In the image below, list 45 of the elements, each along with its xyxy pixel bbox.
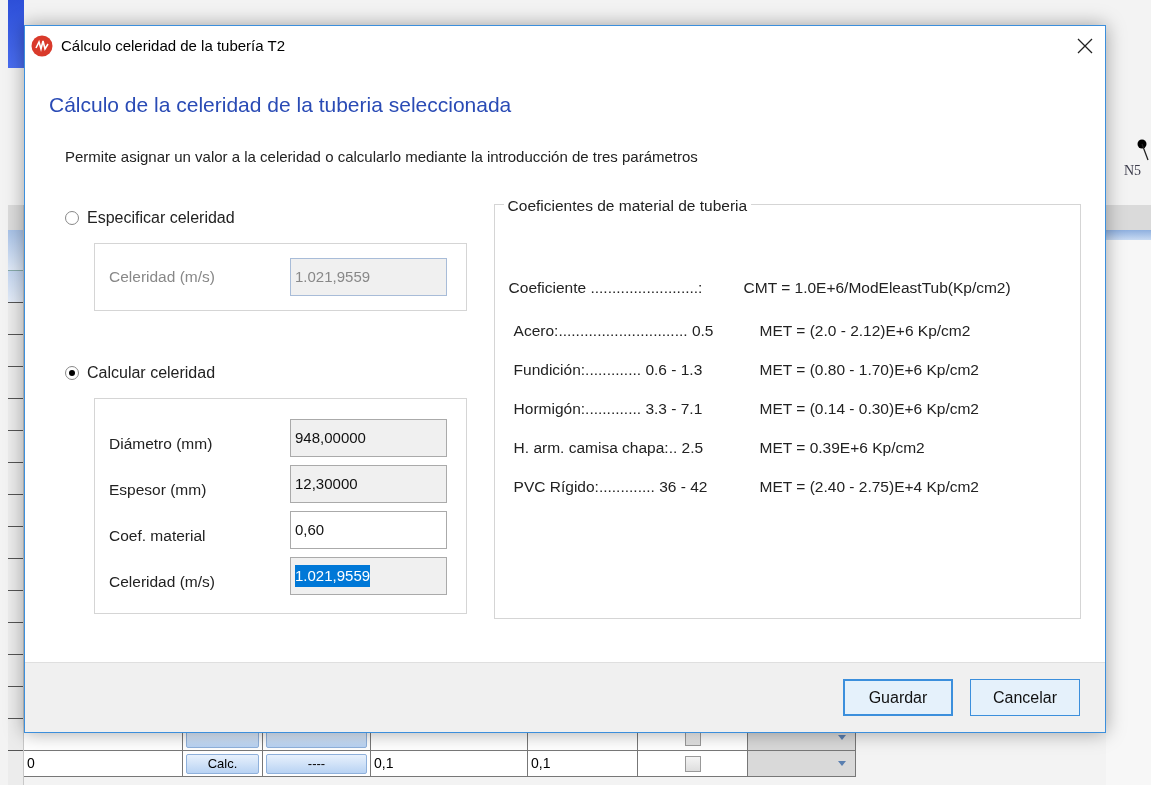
material-label: Acero:.............................. 0.5 [513,321,715,342]
formula-text: CMT = 1.0E+6/ModEleastTub(Kp/cm2) [743,278,1011,298]
field-label: Diámetro (mm) [109,434,214,455]
dropdown-caret-icon[interactable] [838,735,846,740]
close-icon[interactable] [1077,38,1093,54]
radio-label: Especificar celeridad [87,208,235,228]
field-label: Coef. material [109,526,207,547]
table-cell-text: 0,1 [531,754,551,773]
coefficient-label: Coeficiente .........................: [508,278,704,298]
material-label: H. arm. camisa chapa:.. 2.5 [513,438,705,459]
table-cell-text: 0,1 [374,754,394,773]
input-field[interactable]: 0,60 [290,511,447,549]
dialog-button[interactable]: Guardar [843,679,953,716]
input-field[interactable]: 12,30000 [290,465,447,503]
window-title: Cálculo celeridad de la tubería T2 [61,35,286,56]
dialog-heading: Cálculo de la celeridad de la tuberia seleccionada [49,92,513,118]
option-button[interactable]: ---- [266,753,367,774]
checkbox[interactable] [684,755,701,772]
formula-text: MET = (2.0 - 2.12)E+6 Kp/cm2 [759,321,971,342]
formula-text: MET = (0.80 - 1.70)E+6 Kp/cm2 [759,360,979,381]
formula-text: MET = 0.39E+6 Kp/cm2 [759,438,925,459]
dropdown-caret-icon[interactable] [838,761,846,766]
field-label: Espesor (mm) [109,480,208,501]
input-field[interactable]: 1.021,9559 [290,557,447,595]
material-label: PVC Rígido:............. 36 - 42 [513,477,709,498]
node-label: N5 [1124,162,1142,180]
description-text: Permite asignar un valor a la celeridad o calcularlo mediante la introducción de tres parámetros [65,146,699,167]
radio-label: Calcular celeridad [87,363,216,383]
calc-button[interactable]: Calc. [186,753,259,774]
toolbar-strip [8,0,24,68]
field-label: Celeridad (m/s) [109,572,216,593]
table-cell-text: 0 [27,754,35,773]
input-field[interactable]: 948,00000 [290,419,447,457]
formula-text: MET = (0.14 - 0.30)E+6 Kp/cm2 [759,399,979,420]
field-label: Celeridad (m/s) [109,267,216,288]
network-node-icon[interactable] [1137,139,1149,161]
radio-button[interactable] [65,211,79,225]
app-logo-icon [31,35,53,57]
radio-button[interactable] [65,366,79,380]
formula-text: MET = (2.40 - 2.75)E+4 Kp/cm2 [759,477,979,498]
material-label: Hormigón:............. 3.3 - 7.1 [513,399,704,420]
dialog-button[interactable]: Cancelar [970,679,1080,716]
panel-bar [1106,230,1151,240]
material-label: Fundición:............. 0.6 - 1.3 [513,360,704,381]
panel-header [1106,205,1151,230]
